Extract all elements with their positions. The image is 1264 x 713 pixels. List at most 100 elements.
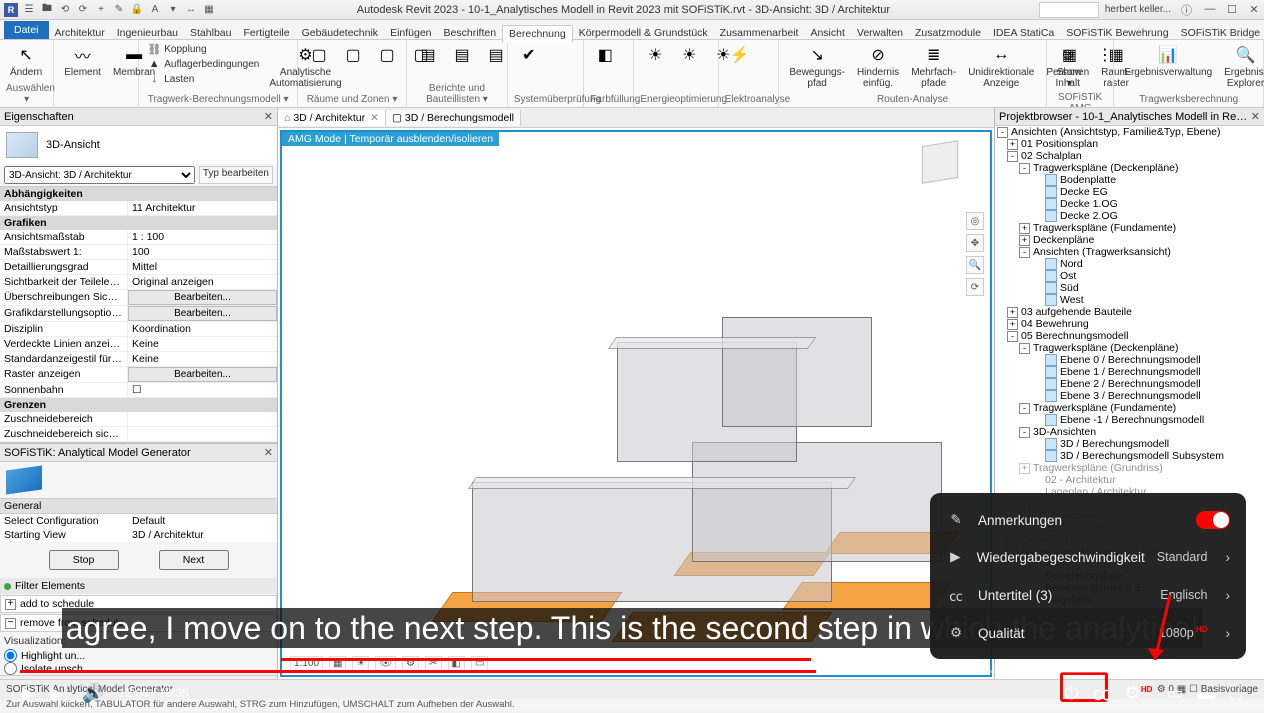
ribbon-button[interactable]: ↖Ändern bbox=[6, 42, 46, 80]
ribbon-button[interactable]: ⚡ bbox=[725, 42, 755, 69]
pan-icon[interactable]: ✥ bbox=[966, 234, 984, 252]
play-button[interactable]: ▶ bbox=[22, 683, 36, 704]
stop-button[interactable]: Stop bbox=[49, 550, 119, 570]
zoom-icon[interactable]: 🔍 bbox=[966, 256, 984, 274]
tree-row[interactable]: Süd bbox=[995, 282, 1264, 294]
tree-row[interactable]: West bbox=[995, 294, 1264, 306]
tree-row[interactable]: Decke EG bbox=[995, 186, 1264, 198]
amg-row[interactable]: Select ConfigurationDefault bbox=[0, 514, 277, 528]
user-label[interactable]: herbert keller... bbox=[1105, 4, 1171, 15]
tree-row[interactable]: +03 aufgehende Bauteile bbox=[995, 306, 1264, 318]
tree-row[interactable]: +Deckenpläne bbox=[995, 234, 1264, 246]
qat-button[interactable]: 🖿 bbox=[40, 3, 54, 17]
qat-button[interactable]: ▦ bbox=[202, 3, 216, 17]
property-row[interactable]: Ansichtsmaßstab1 : 100 bbox=[0, 230, 277, 245]
qat-button[interactable]: ⟳ bbox=[76, 3, 90, 17]
tree-row[interactable]: 3D / Berechungsmodell Subsystem bbox=[995, 450, 1264, 462]
tree-row[interactable]: -3D-Ansichten bbox=[995, 426, 1264, 438]
menu-speed[interactable]: ▶ Wiedergabegeschwindigkeit Standard › bbox=[930, 539, 1246, 575]
ribbon-button[interactable]: ☀ bbox=[640, 42, 670, 69]
next-button[interactable]: ▶| bbox=[50, 683, 69, 704]
autoplay-toggle[interactable]: ⏻ bbox=[1064, 683, 1078, 704]
ribbon-button[interactable]: 🔍Ergebnis-Explorer bbox=[1220, 42, 1264, 91]
tree-row[interactable]: Decke 1.OG bbox=[995, 198, 1264, 210]
tree-row[interactable]: -Ansichten (Ansichtstyp, Familie&Typ, Eb… bbox=[995, 126, 1264, 138]
property-row[interactable]: Zuschneidebereich sichtbar bbox=[0, 427, 277, 442]
ribbon-button[interactable]: ↘Bewegungs-pfad bbox=[785, 42, 849, 91]
tree-row[interactable]: -02 Schalplan bbox=[995, 150, 1264, 162]
ribbon-button[interactable]: ▢ bbox=[338, 42, 368, 69]
tree-row[interactable]: Ebene 3 / Berechnungsmodell bbox=[995, 390, 1264, 402]
tree-row[interactable]: +04 Bewehrung bbox=[995, 318, 1264, 330]
property-row[interactable]: Raster anzeigenBearbeiten... bbox=[0, 367, 277, 383]
tab-sofistik bewehrung[interactable]: SOFiSTiK Bewehrung bbox=[1060, 25, 1174, 41]
ribbon-button[interactable]: ☀ bbox=[674, 42, 704, 69]
tree-row[interactable]: -Tragwerkspläne (Deckenpläne) bbox=[995, 342, 1264, 354]
ribbon-button[interactable]: 〰Element bbox=[60, 42, 105, 80]
tab-ingenieurbau[interactable]: Ingenieurbau bbox=[111, 25, 184, 41]
minimize-button[interactable]: — bbox=[1204, 3, 1216, 16]
qat-button[interactable]: ▾ bbox=[166, 3, 180, 17]
tab-stahlbau[interactable]: Stahlbau bbox=[184, 25, 237, 41]
tab-einfügen[interactable]: Einfügen bbox=[384, 25, 437, 41]
qat-button[interactable]: ⟲ bbox=[58, 3, 72, 17]
tab-file[interactable]: Datei bbox=[4, 21, 49, 39]
player-settings-menu[interactable]: ✎ Anmerkungen ▶ Wiedergabegeschwindigkei… bbox=[930, 493, 1246, 659]
property-row[interactable]: DetaillierungsgradMittel bbox=[0, 260, 277, 275]
tree-row[interactable]: -05 Berechnungsmodell bbox=[995, 330, 1264, 342]
ribbon-button[interactable]: ▢ bbox=[372, 42, 402, 69]
ribbon-button[interactable]: 📊Ergebnisverwaltung bbox=[1120, 42, 1216, 80]
ribbon-button[interactable]: ▤ bbox=[481, 42, 511, 69]
close-icon[interactable]: ✕ bbox=[264, 446, 273, 459]
property-row[interactable]: Sonnenbahn☐ bbox=[0, 383, 277, 398]
tree-row[interactable]: +Tragwerkspläne (Fundamente) bbox=[995, 222, 1264, 234]
qat-button[interactable]: ↔ bbox=[184, 3, 198, 17]
miniplayer-button[interactable]: ▭ bbox=[1166, 683, 1183, 704]
tree-row[interactable]: 02 - Architektur bbox=[995, 474, 1264, 486]
ribbon-button[interactable]: ▦Show ▾ bbox=[1053, 42, 1086, 91]
tab-architektur[interactable]: Architektur bbox=[49, 25, 111, 41]
settings-button[interactable]: ⚙HD bbox=[1125, 683, 1153, 704]
ribbon-button[interactable]: ▤ bbox=[413, 42, 443, 69]
tree-row[interactable]: -Tragwerkspläne (Fundamente) bbox=[995, 402, 1264, 414]
tree-row[interactable]: Ebene 1 / Berechnungsmodell bbox=[995, 366, 1264, 378]
property-row[interactable]: Ansichtstyp11 Architektur bbox=[0, 201, 277, 216]
tree-row[interactable]: -Ansichten (Tragwerksansicht) bbox=[995, 246, 1264, 258]
menu-subtitles[interactable]: ㏄ Untertitel (3) Englisch › bbox=[930, 575, 1246, 615]
property-row[interactable]: Standardanzeigestil für AnalyseKeine bbox=[0, 352, 277, 367]
tab-fertigteile[interactable]: Fertigteile bbox=[237, 25, 295, 41]
radio-isolate[interactable]: Isolate unsch... bbox=[0, 662, 277, 675]
close-icon[interactable]: ✕ bbox=[264, 110, 273, 123]
ribbon-button[interactable]: ⊘Hinderniseinfüg. bbox=[853, 42, 903, 91]
properties-type-header[interactable]: 3D-Ansicht bbox=[0, 126, 277, 164]
tree-row[interactable]: Ebene 0 / Berechnungsmodell bbox=[995, 354, 1264, 366]
close-button[interactable]: ✕ bbox=[1248, 3, 1260, 16]
amg-row[interactable]: Starting View3D / Architektur bbox=[0, 528, 277, 542]
tree-row[interactable]: 3D / Berechungsmodell bbox=[995, 438, 1264, 450]
tree-row[interactable]: Bodenplatte bbox=[995, 174, 1264, 186]
ribbon-button[interactable]: ▤ bbox=[447, 42, 477, 69]
fullscreen-button[interactable]: ⛶ bbox=[1229, 683, 1242, 704]
tab-gebäudetechnik[interactable]: Gebäudetechnik bbox=[296, 25, 384, 41]
viewcube[interactable] bbox=[920, 142, 970, 192]
tab-ansicht[interactable]: Ansicht bbox=[804, 25, 850, 41]
property-row[interactable]: Zuschneidebereich bbox=[0, 412, 277, 427]
tree-row[interactable]: Ebene 2 / Berechnungsmodell bbox=[995, 378, 1264, 390]
ribbon-button[interactable]: ⛓Kopplung bbox=[145, 42, 261, 56]
qat-button[interactable]: ✎ bbox=[112, 3, 126, 17]
view-tab-3d-calc[interactable]: ▢3D / Berechungsmodell bbox=[386, 110, 521, 126]
tab-idea statica[interactable]: IDEA StatiCa bbox=[987, 25, 1060, 41]
tab-zusammenarbeit[interactable]: Zusammenarbeit bbox=[714, 25, 805, 41]
ribbon-button[interactable]: ↔UnidirektionaleAnzeige bbox=[964, 42, 1038, 91]
close-icon[interactable]: ✕ bbox=[370, 112, 379, 124]
volume-button[interactable]: 🔊 bbox=[82, 683, 104, 704]
ribbon-button[interactable]: ◧ bbox=[590, 42, 620, 69]
close-icon[interactable]: ✕ bbox=[1251, 110, 1260, 123]
property-row[interactable]: DisziplinKoordination bbox=[0, 322, 277, 337]
steering-wheel-icon[interactable]: ◎ bbox=[966, 212, 984, 230]
tree-row[interactable]: +Tragwerkspläne (Grundriss) bbox=[995, 462, 1264, 474]
search-input[interactable] bbox=[1039, 2, 1099, 18]
tree-row[interactable]: -Tragwerkspläne (Deckenpläne) bbox=[995, 162, 1264, 174]
annotations-toggle[interactable] bbox=[1196, 511, 1230, 529]
property-row[interactable]: Verdeckte Linien anzeigenKeine bbox=[0, 337, 277, 352]
